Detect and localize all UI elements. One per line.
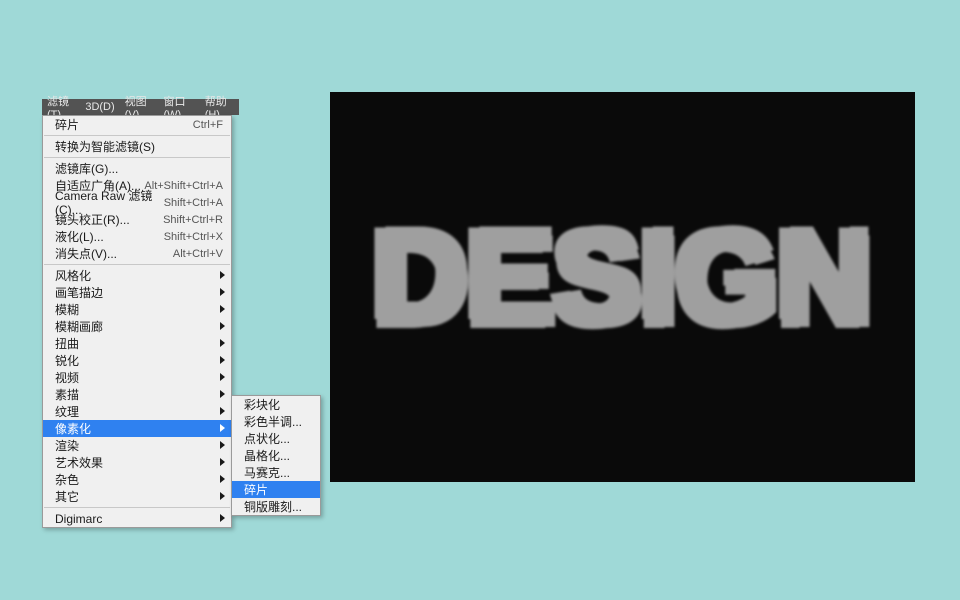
menu-item-label: 液化(L)... [55,230,104,244]
chevron-right-icon [220,407,225,415]
chevron-right-icon [220,441,225,449]
menu-item[interactable]: 模糊 [43,301,231,318]
menu-item-shortcut: Shift+Ctrl+R [163,213,223,227]
menu-item-label: 滤镜库(G)... [55,162,118,176]
chevron-right-icon [220,424,225,432]
pixelate-submenu: 彩块化彩色半调... 点状化... 晶格化... 马赛克... 碎片铜版雕刻... [231,395,321,516]
menu-item[interactable]: 液化(L)... Shift+Ctrl+X [43,228,231,245]
menu-item-label: 模糊 [55,303,79,317]
preview-text: DESIGN [373,204,871,350]
menu-item[interactable]: 扭曲 [43,335,231,352]
submenu-item[interactable]: 晶格化... [232,447,320,464]
submenu-item-label: 碎片 [244,483,268,497]
menu-item[interactable]: 模糊画廊 [43,318,231,335]
filter-menu: 碎片Ctrl+F转换为智能滤镜(S)滤镜库(G)...自适应广角(A)...Al… [42,115,232,528]
menu-item-label: 视频 [55,371,79,385]
menu-item-label: 纹理 [55,405,79,419]
submenu-item[interactable]: 铜版雕刻... [232,498,320,515]
menu-item-label: 艺术效果 [55,456,103,470]
menu-item[interactable]: 镜头校正(R)... Shift+Ctrl+R [43,211,231,228]
menu-item[interactable]: 画笔描边 [43,284,231,301]
menu-item-label: 扭曲 [55,337,79,351]
submenu-item[interactable]: 马赛克... [232,464,320,481]
menu-separator [44,135,230,136]
menubar-item[interactable]: 3D(D) [80,101,119,113]
menu-item-shortcut: Ctrl+F [193,118,223,132]
menu-item-label: 消失点(V)... [55,247,117,261]
chevron-right-icon [220,492,225,500]
submenu-item[interactable]: 彩色半调... [232,413,320,430]
menu-item-label: Digimarc [55,512,102,526]
chevron-right-icon [220,458,225,466]
menu-item-label: 素描 [55,388,79,402]
menu-item-label: 锐化 [55,354,79,368]
menu-item-label: 碎片 [55,118,79,132]
menu-item[interactable]: 其它 [43,488,231,505]
chevron-right-icon [220,373,225,381]
menu-item[interactable]: 转换为智能滤镜(S) [43,138,231,155]
menu-item-shortcut: Shift+Ctrl+X [164,230,223,244]
menu-item[interactable]: 视频 [43,369,231,386]
menu-item[interactable]: 滤镜库(G)... [43,160,231,177]
menu-item-shortcut: Shift+Ctrl+A [164,196,223,210]
menu-item[interactable]: 纹理 [43,403,231,420]
menu-item[interactable]: 素描 [43,386,231,403]
submenu-item[interactable]: 点状化... [232,430,320,447]
menu-item[interactable]: 艺术效果 [43,454,231,471]
menu-item-label: 风格化 [55,269,91,283]
chevron-right-icon [220,339,225,347]
menu-item[interactable]: 消失点(V)... Alt+Ctrl+V [43,245,231,262]
menu-item[interactable]: 风格化 [43,267,231,284]
chevron-right-icon [220,475,225,483]
menu-separator [44,264,230,265]
menubar: 滤镜(T)3D(D)视图(V)窗口(W)帮助(H) [42,99,239,115]
menu-item[interactable]: 锐化 [43,352,231,369]
submenu-item-label: 晶格化... [244,449,290,463]
chevron-right-icon [220,322,225,330]
menu-separator [44,507,230,508]
submenu-item[interactable]: 彩块化 [232,396,320,413]
submenu-item-label: 点状化... [244,432,290,446]
menu-item-label: 杂色 [55,473,79,487]
submenu-item-label: 马赛克... [244,466,290,480]
chevron-right-icon [220,356,225,364]
chevron-right-icon [220,305,225,313]
menu-item[interactable]: 碎片 Ctrl+F [43,116,231,133]
preview-canvas: DESIGN [330,92,915,482]
menu-item-label: 像素化 [55,422,91,436]
menu-item-shortcut: Alt+Ctrl+V [173,247,223,261]
chevron-right-icon [220,390,225,398]
chevron-right-icon [220,288,225,296]
menu-item[interactable]: 像素化 [43,420,231,437]
menu-item-label: 画笔描边 [55,286,103,300]
menu-separator [44,157,230,158]
menu-item[interactable]: 杂色 [43,471,231,488]
submenu-item-label: 铜版雕刻... [244,500,302,514]
menu-item-label: 模糊画廊 [55,320,103,334]
menu-item[interactable]: Camera Raw 滤镜(C)...Shift+Ctrl+A [43,194,231,211]
menu-item-label: 渲染 [55,439,79,453]
chevron-right-icon [220,271,225,279]
menu-item[interactable]: Digimarc [43,510,231,527]
submenu-item[interactable]: 碎片 [232,481,320,498]
submenu-item-label: 彩块化 [244,398,280,412]
chevron-right-icon [220,514,225,522]
menu-item-label: 镜头校正(R)... [55,213,130,227]
menu-item[interactable]: 渲染 [43,437,231,454]
menu-item-label: 其它 [55,490,79,504]
submenu-item-label: 彩色半调... [244,415,302,429]
menu-item-label: 转换为智能滤镜(S) [55,140,155,154]
